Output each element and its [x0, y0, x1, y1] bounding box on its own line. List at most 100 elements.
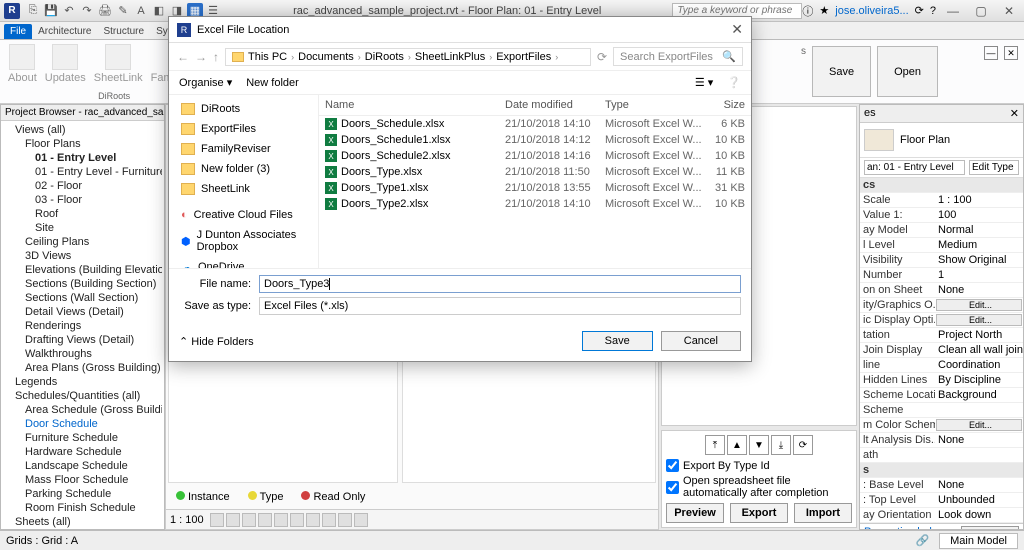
- tree-node[interactable]: Detail Views (Detail): [15, 305, 162, 319]
- organise-button[interactable]: Organise ▾: [179, 76, 232, 89]
- col-size[interactable]: Size: [705, 99, 745, 111]
- new-folder-button[interactable]: New folder: [246, 77, 299, 89]
- app-logo[interactable]: R: [4, 3, 20, 19]
- restore-button[interactable]: ▢: [970, 4, 992, 18]
- vcb-icon[interactable]: [306, 513, 320, 527]
- sync-icon[interactable]: ⟳: [915, 4, 924, 17]
- panel-save-button[interactable]: Save: [812, 46, 871, 97]
- tree-node[interactable]: Mass Floor Schedule: [15, 473, 162, 487]
- property-row[interactable]: Scheme: [860, 403, 1023, 418]
- crumb-segment[interactable]: Documents: [298, 51, 354, 63]
- nav-tree-item[interactable]: DiRoots: [175, 99, 312, 119]
- ribbon-tab-structure[interactable]: Structure: [97, 24, 150, 39]
- info-icon[interactable]: ⓘ: [802, 3, 813, 19]
- crumb-segment[interactable]: ExportFiles: [496, 51, 551, 63]
- tree-node[interactable]: Legends: [15, 375, 162, 389]
- property-row[interactable]: lt Analysis Dis...None: [860, 433, 1023, 448]
- panel-close-icon[interactable]: ✕: [1004, 46, 1018, 60]
- nav-tree-item[interactable]: New folder (3): [175, 159, 312, 179]
- property-row[interactable]: on on SheetNone: [860, 283, 1023, 298]
- vcb-icon[interactable]: [274, 513, 288, 527]
- vcb-icon[interactable]: [242, 513, 256, 527]
- vcb-icon[interactable]: [354, 513, 368, 527]
- nav-tree-item[interactable]: ☁OneDrive: [175, 257, 312, 268]
- dialog-help-icon[interactable]: ❔: [727, 76, 741, 89]
- file-row[interactable]: XDoors_Type.xlsx21/10/2018 11:50Microsof…: [319, 164, 751, 180]
- col-type[interactable]: Type: [605, 99, 705, 111]
- export-by-type-check[interactable]: Export By Type Id: [666, 459, 852, 472]
- status-workset[interactable]: Main Model: [939, 533, 1018, 549]
- updates-button[interactable]: Updates: [45, 44, 86, 84]
- open-after-check[interactable]: Open spreadsheet file automatically afte…: [666, 475, 852, 499]
- panel-min-icon[interactable]: —: [984, 46, 998, 60]
- crumb-segment[interactable]: DiRoots: [365, 51, 404, 63]
- file-row[interactable]: XDoors_Schedule2.xlsx21/10/2018 14:16Mic…: [319, 148, 751, 164]
- status-icon[interactable]: 🔗: [915, 534, 929, 547]
- qa-misc2-icon[interactable]: A: [133, 3, 149, 19]
- property-row[interactable]: : Base LevelNone: [860, 478, 1023, 493]
- tree-node[interactable]: Parking Schedule: [15, 487, 162, 501]
- tree-node[interactable]: Area Schedule (Gross Building): [15, 403, 162, 417]
- about-button[interactable]: About: [8, 44, 37, 84]
- tree-node[interactable]: Floor Plans: [15, 137, 162, 151]
- tree-node[interactable]: Sheets (all): [15, 515, 162, 529]
- crumb-segment[interactable]: SheetLinkPlus: [415, 51, 485, 63]
- property-row[interactable]: VisibilityShow Original: [860, 253, 1023, 268]
- nav-tree-item[interactable]: ⬢J Dunton Associates Dropbox: [175, 231, 312, 251]
- export-button[interactable]: Export: [730, 503, 788, 523]
- vcb-icon[interactable]: [338, 513, 352, 527]
- tree-node[interactable]: Hardware Schedule: [15, 445, 162, 459]
- nav-fwd-icon[interactable]: →: [195, 50, 207, 64]
- preview-button[interactable]: Preview: [666, 503, 724, 523]
- tree-node[interactable]: Roof: [15, 207, 162, 221]
- edit-type-button[interactable]: Edit Type: [969, 160, 1019, 175]
- crumb-segment[interactable]: This PC: [248, 51, 287, 63]
- property-row[interactable]: ath: [860, 448, 1023, 463]
- hide-folders-button[interactable]: ⌃ Hide Folders: [179, 335, 254, 348]
- tree-node[interactable]: Area Plans (Gross Building): [15, 361, 162, 375]
- property-row[interactable]: : Top LevelUnbounded: [860, 493, 1023, 508]
- nav-tree-item[interactable]: ◐Creative Cloud Files: [175, 205, 312, 225]
- dialog-cancel-button[interactable]: Cancel: [661, 331, 741, 351]
- tree-node[interactable]: Furniture Schedule: [15, 431, 162, 445]
- property-row[interactable]: Scale1 : 100: [860, 193, 1023, 208]
- tree-node[interactable]: 01 - Entry Level: [15, 151, 162, 165]
- tree-node[interactable]: Renderings: [15, 319, 162, 333]
- property-row[interactable]: ay OrientationLook down: [860, 508, 1023, 523]
- vcb-icon[interactable]: [322, 513, 336, 527]
- col-name[interactable]: Name: [325, 99, 505, 111]
- property-row[interactable]: ay ModelNormal: [860, 223, 1023, 238]
- property-row[interactable]: tationProject North: [860, 328, 1023, 343]
- close-button[interactable]: ✕: [998, 4, 1020, 18]
- qa-misc-icon[interactable]: ✎: [115, 3, 131, 19]
- file-row[interactable]: XDoors_Type1.xlsx21/10/2018 13:55Microso…: [319, 180, 751, 196]
- tree-node[interactable]: Walkthroughs: [15, 347, 162, 361]
- properties-instance-select[interactable]: an: 01 - Entry Level: [864, 160, 965, 175]
- move-up-button[interactable]: ▲: [727, 435, 747, 455]
- ribbon-tab-architecture[interactable]: Architecture: [32, 24, 97, 39]
- breadcrumb[interactable]: This PC›Documents›DiRoots›SheetLinkPlus›…: [225, 48, 591, 66]
- tree-node[interactable]: Views (all): [15, 123, 162, 137]
- property-row[interactable]: Scheme Locati...Background: [860, 388, 1023, 403]
- nav-tree-item[interactable]: ExportFiles: [175, 119, 312, 139]
- property-row[interactable]: Join DisplayClean all wall joins: [860, 343, 1023, 358]
- vcb-icon[interactable]: [226, 513, 240, 527]
- qa-undo-icon[interactable]: ↶: [61, 3, 77, 19]
- nav-tree-item[interactable]: SheetLink: [175, 179, 312, 199]
- nav-tree-item[interactable]: FamilyReviser: [175, 139, 312, 159]
- move-top-button[interactable]: ⤒: [705, 435, 725, 455]
- nav-refresh-icon[interactable]: ⟳: [597, 50, 607, 64]
- tree-node[interactable]: 02 - Floor: [15, 179, 162, 193]
- tree-node[interactable]: Drafting Views (Detail): [15, 333, 162, 347]
- tree-node[interactable]: Ceiling Plans: [15, 235, 162, 249]
- tree-node[interactable]: Site: [15, 221, 162, 235]
- property-row[interactable]: Value 1:100: [860, 208, 1023, 223]
- dialog-nav-tree[interactable]: DiRootsExportFilesFamilyReviserNew folde…: [169, 95, 319, 268]
- qa-misc3-icon[interactable]: ◧: [151, 3, 167, 19]
- view-mode-button[interactable]: ☰ ▾: [695, 76, 713, 89]
- properties-close-icon[interactable]: ✕: [1010, 107, 1019, 120]
- refresh-button[interactable]: ⟳: [793, 435, 813, 455]
- import-button[interactable]: Import: [794, 503, 852, 523]
- property-row[interactable]: m Color Schem...Edit...: [860, 418, 1023, 433]
- dialog-close-button[interactable]: ✕: [731, 21, 743, 38]
